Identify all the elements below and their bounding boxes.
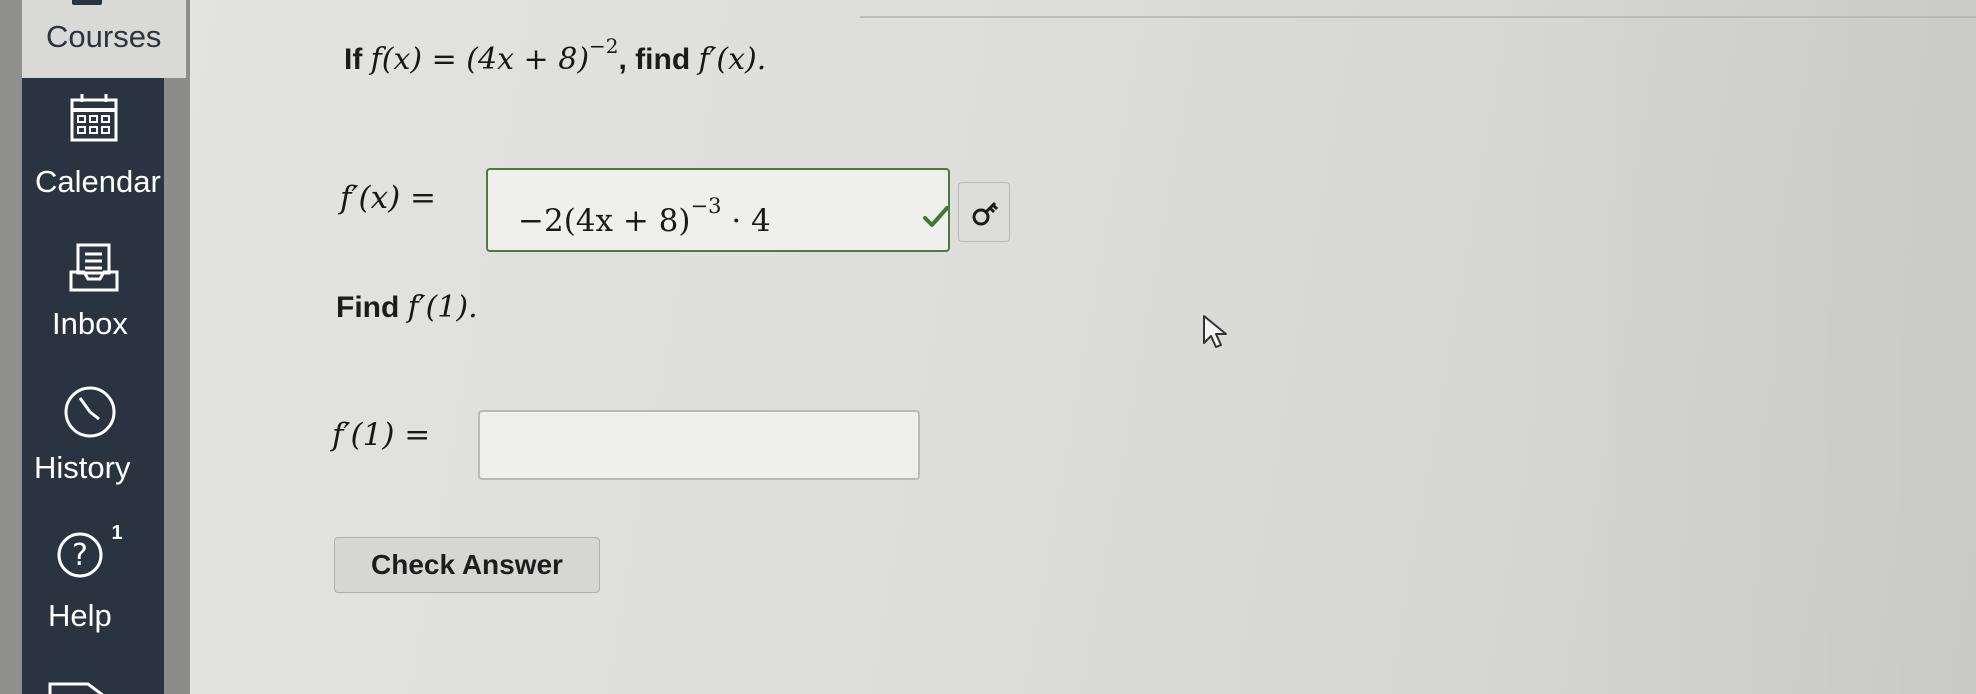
more-navigation-icon[interactable] [46,676,116,694]
inbox-icon[interactable] [66,242,122,294]
key-icon [972,201,998,226]
page: Courses Calendar Inbox History ? 1 Help … [0,0,1976,694]
sidebar-item-calendar[interactable]: Calendar [35,164,161,200]
part2-prefix: Find [336,291,400,324]
part2-prompt: Find f′(1). [336,290,478,325]
sidebar-item-label-courses[interactable]: Courses [46,19,161,55]
answer1-main: −2(4x + 8) [518,203,691,239]
question-prompt: If f(x) = (4x + 8)−2, find f′(x). [344,34,766,77]
question-prefix: If [344,43,363,76]
sidebar-item-help[interactable]: Help [48,598,112,634]
answer1-tail: · 4 [731,203,771,239]
page-shade [1500,0,1976,694]
sidebar-gutter [164,0,190,694]
svg-text:?: ? [72,538,88,573]
sidebar-item-history[interactable]: History [34,450,130,486]
derivative-answer-value: −2(4x + 8)−3 · 4 [518,194,771,239]
help-icon[interactable]: ? [55,530,105,580]
calendar-icon[interactable] [68,92,120,144]
answer-key-button[interactable] [958,182,1010,242]
function-lhs: f(x) = (4x + 8) [370,42,590,77]
derivative-answer-field[interactable]: −2(4x + 8)−3 · 4 [486,168,950,252]
sidebar-item-inbox[interactable]: Inbox [52,306,128,342]
answer1-label: f′(x) = [340,180,437,216]
left-edge [0,0,22,694]
question-find-text: , find [618,43,691,76]
top-divider [860,0,1976,18]
history-icon[interactable] [62,384,118,440]
derivative-target: f′(x). [698,42,767,77]
f-prime-one-answer-input[interactable] [478,410,920,480]
courses-icon [72,0,102,5]
check-icon [923,206,949,227]
check-answer-button[interactable]: Check Answer [334,537,600,593]
answer1-exponent: −3 [690,194,722,218]
mouse-cursor-icon [1203,315,1227,348]
answer2-label: f′(1) = [332,417,431,453]
help-notification-badge: 1 [102,518,132,548]
function-exponent: −2 [589,34,619,58]
part2-math: f′(1). [407,290,478,325]
